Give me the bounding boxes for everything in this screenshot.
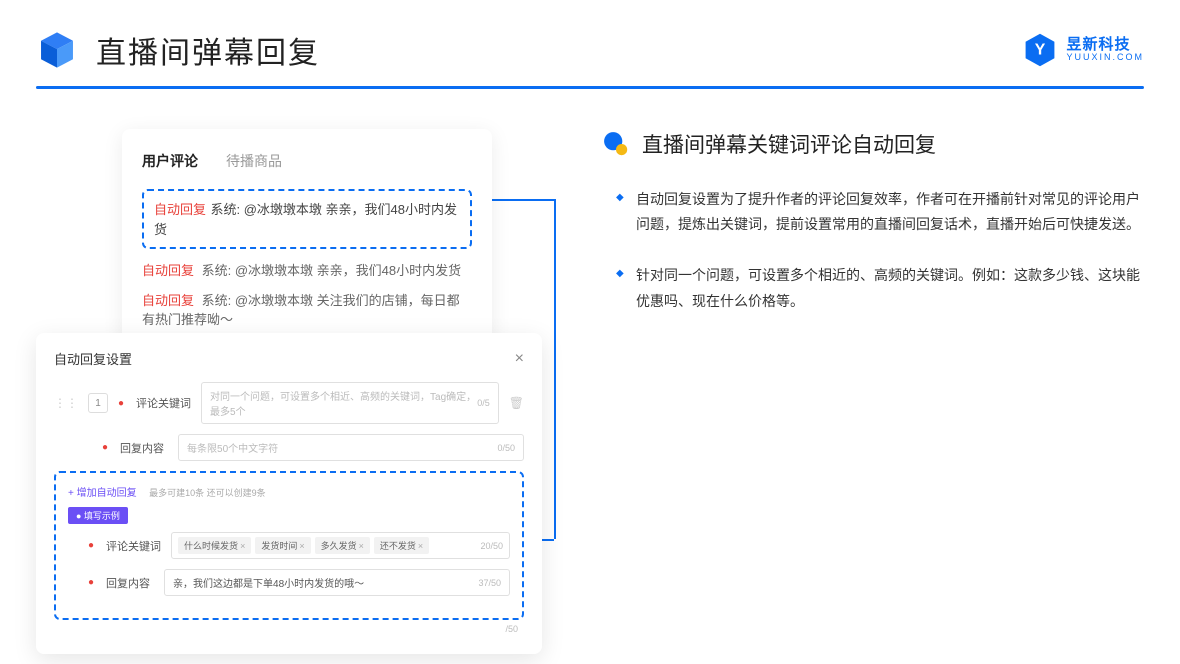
svg-text:Y: Y: [1035, 41, 1046, 58]
content-input[interactable]: 每条限50个中文字符 0/50: [178, 434, 524, 461]
bullet-1: 自动回复设置为了提升作者的评论回复效率，作者可在开播前针对常见的评论用户问题，提…: [620, 187, 1144, 237]
logo-hex-icon: Y: [1022, 32, 1058, 68]
ex-content-input[interactable]: 亲，我们这边都是下单48小时内发货的哦～ 37/50: [164, 569, 510, 596]
connector-v: [554, 199, 556, 539]
label-content: 回复内容: [120, 440, 168, 456]
tag-2[interactable]: 发货时间×: [255, 537, 310, 554]
right-column: 直播间弹幕关键词评论自动回复 自动回复设置为了提升作者的评论回复效率，作者可在开…: [602, 129, 1144, 340]
ex-content-text: 亲，我们这边都是下单48小时内发货的哦～: [173, 575, 364, 590]
add-row: + 增加自动回复 最多可建10条 还可以创建9条: [68, 483, 510, 501]
tag-4[interactable]: 还不发货×: [374, 537, 429, 554]
tag-3[interactable]: 多久发货×: [315, 537, 370, 554]
tab-user-comments[interactable]: 用户评论: [142, 151, 198, 171]
auto-reply-tag: 自动回复: [142, 263, 194, 278]
ex-keyword-count: 20/50: [480, 541, 503, 551]
close-icon[interactable]: ×: [515, 350, 524, 368]
keyword-count: 0/5: [477, 398, 490, 408]
keyword-input[interactable]: 对同一个问题，可设置多个相近、高频的关键词，Tag确定，最多5个 0/5: [201, 382, 499, 424]
settings-header: 自动回复设置 ×: [54, 349, 524, 368]
form-row-content: ● 回复内容 每条限50个中文字符 0/50: [54, 434, 524, 461]
left-column: 用户评论 待播商品 自动回复 系统: @冰墩墩本墩 亲亲，我们48小时内发货 自…: [36, 129, 542, 340]
bullet-2: 针对同一个问题，可设置多个相近的、高频的关键词。例如：这款多少钱、这块能优惠吗、…: [620, 263, 1144, 313]
label-keyword: 评论关键词: [136, 395, 191, 411]
reply-text-2: 系统: @冰墩墩本墩 亲亲，我们48小时内发货: [202, 263, 462, 278]
row-number: 1: [88, 393, 108, 413]
form-row-keyword: ⋮⋮ 1 ● 评论关键词 对同一个问题，可设置多个相近、高频的关键词，Tag确定…: [54, 382, 524, 424]
ex-row-content: ● 回复内容 亲，我们这边都是下单48小时内发货的哦～ 37/50: [68, 569, 510, 596]
ex-keyword-tags[interactable]: 什么时候发货× 发货时间× 多久发货× 还不发货× 20/50: [171, 532, 510, 559]
settings-card: 自动回复设置 × ⋮⋮ 1 ● 评论关键词 对同一个问题，可设置多个相近、高频的…: [36, 333, 542, 654]
ex-label-content: 回复内容: [106, 575, 154, 591]
add-auto-reply-link[interactable]: + 增加自动回复: [68, 488, 137, 499]
logo-text: 昱新科技 YUUXIN.COM: [1066, 37, 1144, 63]
reply-row-2: 自动回复 系统: @冰墩墩本墩 亲亲，我们48小时内发货: [142, 261, 472, 281]
add-hint: 最多可建10条 还可以创建9条: [149, 488, 266, 498]
ex-row-keyword: ● 评论关键词 什么时候发货× 发货时间× 多久发货× 还不发货× 20/50: [68, 532, 510, 559]
logo-cn: 昱新科技: [1066, 37, 1144, 54]
ex-label-keyword: 评论关键词: [106, 538, 161, 554]
header-left: 直播间弹幕回复: [36, 28, 320, 72]
required-dot: ●: [118, 398, 124, 409]
required-dot: ●: [88, 577, 94, 588]
section-head: 直播间弹幕关键词评论自动回复: [602, 129, 1144, 159]
ex-content-count: 37/50: [478, 578, 501, 588]
example-badge: ● 填写示例: [68, 507, 128, 524]
highlighted-reply: 自动回复 系统: @冰墩墩本墩 亲亲，我们48小时内发货: [142, 189, 472, 249]
auto-reply-tag: 自动回复: [142, 293, 194, 308]
content-placeholder: 每条限50个中文字符: [187, 440, 278, 455]
cube-icon: [36, 29, 78, 71]
required-dot: ●: [88, 540, 94, 551]
tab-pending-goods[interactable]: 待播商品: [226, 151, 282, 171]
tabs: 用户评论 待播商品: [142, 151, 472, 171]
trash-icon[interactable]: 🗑: [509, 396, 524, 410]
chat-bubble-icon: [602, 130, 630, 158]
brand-logo: Y 昱新科技 YUUXIN.COM: [1022, 32, 1144, 68]
outer-count: /50: [54, 624, 524, 634]
settings-title: 自动回复设置: [54, 349, 132, 368]
page-title: 直播间弹幕回复: [96, 28, 320, 72]
drag-icon[interactable]: ⋮⋮: [54, 396, 78, 410]
section-title: 直播间弹幕关键词评论自动回复: [642, 129, 936, 159]
main-content: 用户评论 待播商品 自动回复 系统: @冰墩墩本墩 亲亲，我们48小时内发货 自…: [0, 89, 1180, 340]
auto-reply-tag: 自动回复: [154, 202, 206, 217]
logo-en: YUUXIN.COM: [1066, 53, 1144, 63]
connector-h1: [492, 199, 554, 201]
keyword-placeholder: 对同一个问题，可设置多个相近、高频的关键词，Tag确定，最多5个: [210, 388, 477, 418]
example-box: + 增加自动回复 最多可建10条 还可以创建9条 ● 填写示例 ● 评论关键词 …: [54, 471, 524, 620]
reply-row-3: 自动回复 系统: @冰墩墩本墩 关注我们的店铺，每日都有热门推荐呦～: [142, 291, 472, 330]
content-count: 0/50: [497, 443, 515, 453]
tag-1[interactable]: 什么时候发货×: [178, 537, 251, 554]
page-header: 直播间弹幕回复 Y 昱新科技 YUUXIN.COM: [0, 0, 1180, 72]
bullet-list: 自动回复设置为了提升作者的评论回复效率，作者可在开播前针对常见的评论用户问题，提…: [602, 187, 1144, 314]
required-dot: ●: [102, 442, 108, 453]
